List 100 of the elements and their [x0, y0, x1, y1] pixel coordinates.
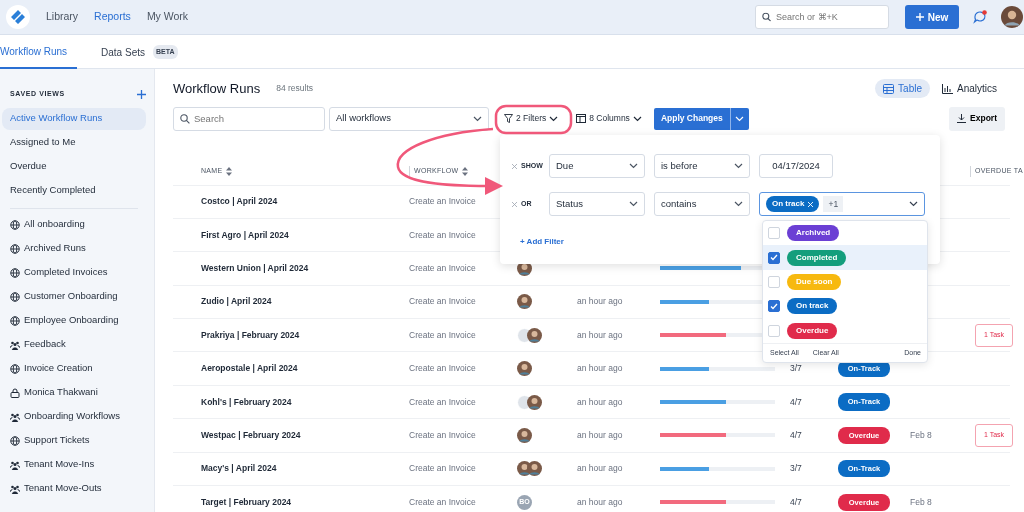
- table-cell-text: Westpac | February 2024: [200, 429, 302, 442]
- table-cell-text: Prakriya | February 2024: [200, 328, 301, 342]
- globe-icon: [10, 291, 20, 302]
- search-field[interactable]: Search or ⌘+K: [755, 5, 889, 29]
- sort-icon[interactable]: [226, 167, 233, 176]
- export-button[interactable]: Export: [949, 106, 1005, 131]
- avatar: [527, 461, 542, 477]
- status-pill: Due soon: [787, 273, 842, 290]
- chevron-down-icon: [549, 115, 559, 122]
- table-cell-text: Aeropostale | April 2024: [200, 362, 299, 375]
- apply-button[interactable]: Apply Changes: [653, 107, 730, 130]
- chevron-down-icon: [632, 115, 642, 122]
- sidebar-item[interactable]: Completed Invoices: [2, 261, 146, 284]
- checkbox[interactable]: [768, 251, 780, 264]
- sidebar-item[interactable]: All onboarding: [2, 213, 146, 236]
- table-cell-text: an hour ago: [576, 395, 624, 409]
- sidebar-item[interactable]: Feedback: [2, 333, 146, 356]
- table-cell-text: Target | February 2024: [200, 495, 293, 509]
- table-cell-text: 3/7: [789, 462, 803, 476]
- chevron-down-icon: [473, 115, 482, 122]
- check-icon: [770, 254, 778, 262]
- table-cell-text: Feb 8: [909, 429, 933, 442]
- avatar[interactable]: [1001, 6, 1023, 28]
- globe-icon: [10, 435, 20, 446]
- chevron-down-icon: [629, 163, 638, 169]
- field-select[interactable]: Due: [549, 154, 645, 178]
- sidebar-item[interactable]: Invoice Creation: [2, 357, 146, 380]
- sidebar-item[interactable]: Assigned to Me: [2, 131, 146, 154]
- operator-select[interactable]: contains: [654, 192, 750, 216]
- sidebar-item[interactable]: Employee Onboarding: [2, 309, 146, 332]
- check-icon: [770, 302, 778, 310]
- result-count: 84 results: [276, 82, 314, 96]
- field-select[interactable]: Status: [549, 192, 645, 216]
- status-pill: Overdue: [787, 322, 838, 339]
- table-cell-text: 4/7: [789, 395, 803, 409]
- sidebar-item[interactable]: Customer Onboarding: [2, 285, 146, 308]
- sidebar-item[interactable]: Active Workflow Runs: [2, 107, 146, 130]
- value-select[interactable]: On track +1: [759, 192, 925, 216]
- view-toggle[interactable]: Table: [875, 79, 930, 99]
- table-cell-text: Create an Invoice: [408, 262, 477, 275]
- sidebar-item[interactable]: Overdue: [2, 155, 146, 178]
- table-cell-text: First Agro | April 2024: [200, 228, 290, 242]
- nav-link[interactable]: My Work: [146, 9, 189, 25]
- menu-option[interactable]: Archived: [763, 221, 927, 246]
- workflow-select[interactable]: All workflows: [329, 106, 489, 131]
- table-cell-text: Create an Invoice: [408, 395, 477, 409]
- table-cell-text: Create an Invoice: [408, 328, 477, 342]
- add-icon[interactable]: [137, 89, 146, 99]
- table-cell-text: Create an Invoice: [408, 495, 477, 509]
- filter-icon: [504, 114, 513, 123]
- avatar: [527, 327, 542, 343]
- status-pill: Completed: [787, 249, 847, 266]
- tag-chip: On track: [766, 196, 820, 212]
- table-cell-text: Zudio | April 2024: [200, 295, 273, 309]
- nav-link[interactable]: Reports: [94, 9, 131, 25]
- add-filter-link[interactable]: + Add Filter: [520, 236, 564, 248]
- logo-icon[interactable]: [6, 5, 30, 29]
- more-count: +1: [823, 195, 844, 213]
- columns-icon: [576, 114, 587, 123]
- sidebar-item[interactable]: Monica Thakwani: [2, 381, 146, 404]
- avatar: [517, 427, 532, 443]
- columns-button[interactable]: 8 Columns: [570, 106, 648, 131]
- download-icon: [957, 114, 967, 123]
- sidebar-item[interactable]: Onboarding Workflows: [2, 405, 146, 428]
- table-cell-text: Create an Invoice: [408, 228, 477, 242]
- sidebar-item[interactable]: Support Tickets: [2, 429, 146, 452]
- checkbox[interactable]: [768, 300, 780, 313]
- page-title: Workflow Runs: [173, 80, 261, 98]
- table-cell-text: 3/7: [789, 362, 803, 375]
- team-icon: [10, 483, 20, 494]
- operator-select[interactable]: is before: [654, 154, 750, 178]
- chevron-down-icon: [735, 115, 745, 122]
- table-cell-text: Kohl's | February 2024: [200, 395, 293, 409]
- search-field[interactable]: Search: [173, 106, 325, 131]
- sidebar-item[interactable]: Recently Completed: [2, 179, 146, 202]
- sort-icon[interactable]: [462, 167, 469, 176]
- globe-icon: [10, 315, 20, 326]
- chart-icon: [942, 83, 953, 94]
- menu-option[interactable]: On track: [763, 294, 927, 319]
- sidebar-item[interactable]: Tenant Move-Outs: [2, 477, 146, 500]
- lock-icon: [10, 387, 20, 398]
- table-cell-text: Create an Invoice: [408, 462, 477, 476]
- table-cell-text: an hour ago: [576, 328, 624, 342]
- team-icon: [10, 339, 20, 350]
- view-toggle[interactable]: Analytics: [934, 79, 1005, 99]
- table-cell-text: an hour ago: [576, 295, 624, 309]
- menu-option[interactable]: Overdue: [763, 318, 927, 343]
- plus-icon: [915, 13, 924, 21]
- sidebar-item[interactable]: Tenant Move-Ins: [2, 453, 146, 476]
- date-field[interactable]: 04/17/2024: [759, 154, 833, 178]
- avatar: [527, 394, 542, 410]
- sidebar-item[interactable]: Archived Runs: [2, 237, 146, 260]
- nav-link[interactable]: Library: [46, 9, 79, 25]
- table-icon: [883, 83, 895, 94]
- status-pill: On track: [787, 298, 838, 315]
- dropdown-button[interactable]: [729, 107, 749, 130]
- table-cell-text: an hour ago: [576, 362, 624, 375]
- chat-icon[interactable]: [973, 10, 987, 24]
- new-button[interactable]: New: [905, 5, 959, 29]
- filters-button[interactable]: 2 Filters: [498, 106, 565, 131]
